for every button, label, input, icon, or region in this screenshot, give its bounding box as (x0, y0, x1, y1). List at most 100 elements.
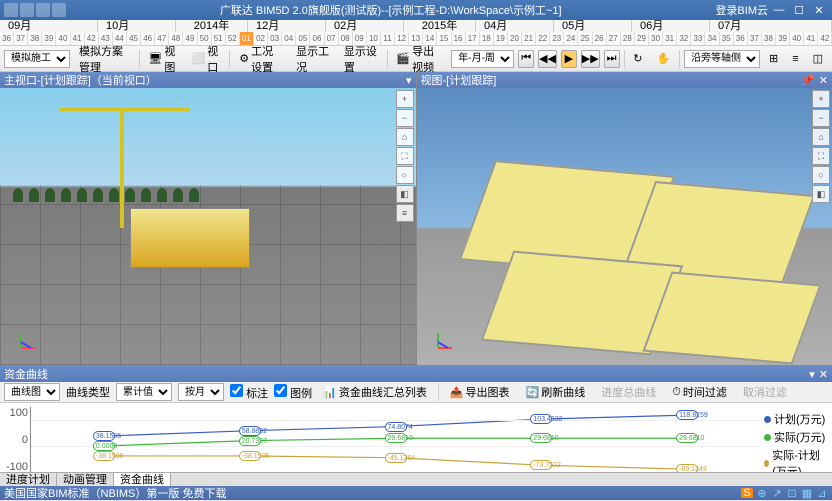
axis-gizmo[interactable] (6, 329, 36, 359)
vp-fit-icon[interactable]: ⛶ (396, 147, 414, 165)
timeline-day[interactable]: 41 (804, 32, 818, 45)
minimize-icon[interactable]: — (770, 3, 788, 17)
timeline-day[interactable]: 23 (550, 32, 564, 45)
viewport-secondary-scene[interactable]: + − ⌂ ⛶ ○ ◧ (417, 88, 832, 365)
timeline-day[interactable]: 36 (0, 32, 14, 45)
vp-zoom-in-icon[interactable]: + (396, 90, 414, 108)
export-video-button[interactable]: 🎬导出视频 (391, 49, 447, 69)
prev-button[interactable]: ◀◀ (538, 50, 557, 68)
timeline-day[interactable]: 36 (734, 32, 748, 45)
timeline-day[interactable]: 28 (621, 32, 635, 45)
timeline-day[interactable]: 22 (536, 32, 550, 45)
vp-zoom-out-icon[interactable]: − (812, 109, 830, 127)
close-icon[interactable]: ✕ (810, 3, 828, 17)
view-button[interactable]: 🖥视图 (143, 49, 182, 69)
first-button[interactable]: ⏮ (518, 50, 534, 68)
timeline-day[interactable]: 19 (494, 32, 508, 45)
vp-tool-icon[interactable]: ○ (396, 166, 414, 184)
status-icon[interactable]: S (741, 488, 753, 498)
next-button[interactable]: ▶▶ (581, 50, 600, 68)
timeline-day[interactable]: 34 (705, 32, 719, 45)
timeline-day[interactable]: 11 (381, 32, 395, 45)
scheme-mgmt-button[interactable]: 模拟方案管理 (74, 49, 135, 69)
panel-close-icon[interactable]: ✕ (819, 368, 828, 381)
status-icon[interactable]: ⊕ (756, 488, 768, 498)
status-icon[interactable]: ⊿ (816, 488, 828, 498)
timeline-day[interactable]: 33 (691, 32, 705, 45)
vp-tool-icon[interactable]: ◧ (396, 185, 414, 203)
last-button[interactable]: ⏭ (604, 50, 620, 68)
timeline-day[interactable]: 31 (663, 32, 677, 45)
axis-gizmo[interactable] (423, 329, 453, 359)
timeline-day[interactable]: 39 (776, 32, 790, 45)
pan-icon[interactable]: ✋ (652, 49, 676, 69)
timeline-day[interactable]: 37 (14, 32, 28, 45)
timeline-day[interactable]: 35 (720, 32, 734, 45)
viewport-button[interactable]: ⬜视口 (187, 49, 226, 69)
timeline-day[interactable]: 20 (508, 32, 522, 45)
legend-checkbox[interactable]: 图例 (274, 384, 312, 401)
vp-home-icon[interactable]: ⌂ (812, 128, 830, 146)
time-filter-button[interactable]: ⏱时间过滤 (667, 382, 732, 402)
timeline-day[interactable]: 39 (42, 32, 56, 45)
sim-settings-button[interactable]: ⚙工况设置 (234, 49, 287, 69)
vp-zoom-out-icon[interactable]: − (396, 109, 414, 127)
progress-cost-button[interactable]: 进度总曲线 (596, 382, 661, 402)
timeline-day[interactable]: 49 (183, 32, 197, 45)
cube-icon[interactable]: ◫ (808, 49, 828, 69)
undo-icon[interactable] (36, 3, 50, 17)
maximize-icon[interactable]: ☐ (790, 3, 808, 17)
status-icon[interactable]: ⊡ (786, 488, 798, 498)
timeline-day[interactable]: 18 (480, 32, 494, 45)
redo-icon[interactable] (52, 3, 66, 17)
by-month-select[interactable]: 按月 (178, 383, 224, 401)
vp-pin-icon[interactable]: 📌 (801, 74, 815, 87)
timeline-day[interactable]: 37 (748, 32, 762, 45)
timeline-day[interactable]: 17 (466, 32, 480, 45)
timeline-day[interactable]: 16 (452, 32, 466, 45)
cloud-login[interactable]: 登录BIM云 (715, 2, 768, 18)
nav-3d-icon[interactable]: ↻ (628, 49, 647, 69)
axis-select[interactable]: 沿旁等轴侧 (684, 50, 760, 68)
timeline-day[interactable]: 29 (635, 32, 649, 45)
status-left-text[interactable]: 美国国家BIM标准（NBIMS）第一版 免费下载 (4, 485, 226, 501)
grid-icon[interactable]: ⊞ (764, 49, 783, 69)
display-works-button[interactable]: 显示工况 (291, 49, 335, 69)
vp-dropdown-icon[interactable]: ▾ (406, 74, 412, 87)
summary-button[interactable]: 📊资金曲线汇总列表 (318, 382, 432, 402)
vp-tool-icon[interactable]: ◧ (812, 185, 830, 203)
timeline-day[interactable]: 30 (649, 32, 663, 45)
timeline-day[interactable]: 21 (522, 32, 536, 45)
layers-icon[interactable]: ≡ (787, 49, 803, 69)
timeline-day[interactable]: 38 (28, 32, 42, 45)
cancel-filter-button[interactable]: 取消过滤 (738, 382, 792, 402)
vp-home-icon[interactable]: ⌂ (396, 128, 414, 146)
timeline-day[interactable]: 26 (593, 32, 607, 45)
panel-dropdown-icon[interactable]: ▾ (809, 368, 815, 381)
timeline-day[interactable]: 24 (564, 32, 578, 45)
status-icon[interactable]: ↗ (771, 488, 783, 498)
vp-fit-icon[interactable]: ⛶ (812, 147, 830, 165)
save-icon[interactable] (20, 3, 34, 17)
timeline-day[interactable]: 40 (790, 32, 804, 45)
refresh-button[interactable]: 🔄刷新曲线 (521, 382, 591, 402)
display-settings-button[interactable]: 显示设置 (339, 49, 383, 69)
annotate-checkbox[interactable]: 标注 (230, 384, 268, 401)
timeline-day[interactable]: 40 (56, 32, 70, 45)
timeline-day[interactable]: 27 (607, 32, 621, 45)
vp-zoom-in-icon[interactable]: + (812, 90, 830, 108)
cumulative-select[interactable]: 累计值 (116, 383, 172, 401)
vp-tool-icon[interactable]: ○ (812, 166, 830, 184)
timeline-day[interactable]: 46 (141, 32, 155, 45)
timeline-day[interactable]: 42 (818, 32, 832, 45)
vp-close-icon[interactable]: ✕ (819, 74, 828, 87)
timeline-day[interactable]: 32 (677, 32, 691, 45)
timeline-day[interactable]: 04 (282, 32, 296, 45)
mode-select[interactable]: 模拟施工 (4, 50, 70, 68)
chart-type-select[interactable]: 曲线图 (4, 383, 60, 401)
viewport-main-scene[interactable]: + − ⌂ ⛶ ○ ◧ ≡ (0, 88, 416, 365)
play-button[interactable]: ▶ (561, 50, 577, 68)
timeline-day[interactable]: 12 (395, 32, 409, 45)
vp-tool-icon[interactable]: ≡ (396, 204, 414, 222)
time-unit-select[interactable]: 年-月-周 (451, 50, 514, 68)
